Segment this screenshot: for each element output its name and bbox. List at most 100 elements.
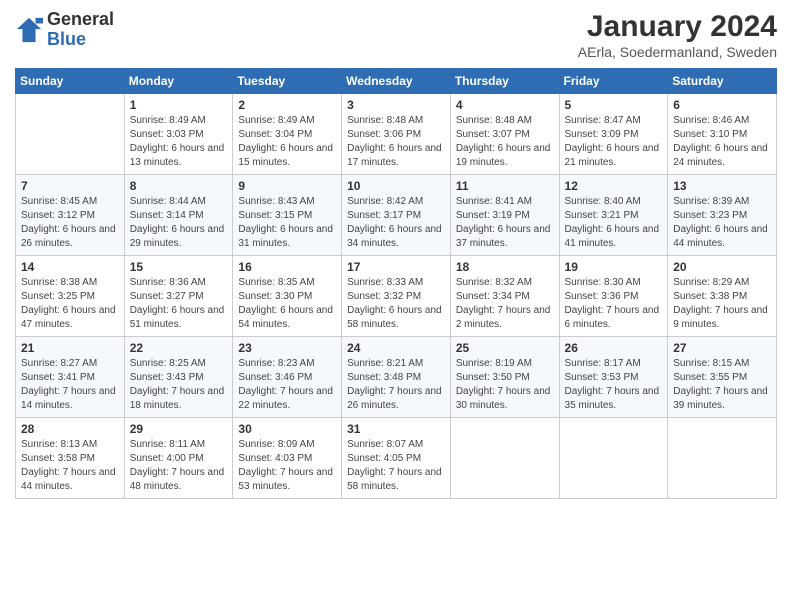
- logo-text: General Blue: [47, 10, 114, 50]
- header-monday: Monday: [124, 69, 233, 94]
- calendar-header: SundayMondayTuesdayWednesdayThursdayFrid…: [16, 69, 777, 94]
- day-number: 16: [238, 260, 336, 274]
- header-tuesday: Tuesday: [233, 69, 342, 94]
- day-info: Sunrise: 8:49 AM Sunset: 3:03 PM Dayligh…: [130, 114, 228, 170]
- header-thursday: Thursday: [450, 69, 559, 94]
- calendar-cell: 12 Sunrise: 8:40 AM Sunset: 3:21 PM Dayli…: [559, 175, 668, 256]
- day-info: Sunrise: 8:21 AM Sunset: 3:48 PM Dayligh…: [347, 357, 445, 413]
- calendar-cell: 7 Sunrise: 8:45 AM Sunset: 3:12 PM Daylig…: [16, 175, 125, 256]
- day-number: 2: [238, 98, 336, 112]
- day-info: Sunrise: 8:42 AM Sunset: 3:17 PM Dayligh…: [347, 195, 445, 251]
- calendar-table: SundayMondayTuesdayWednesdayThursdayFrid…: [15, 68, 777, 499]
- day-info: Sunrise: 8:40 AM Sunset: 3:21 PM Dayligh…: [565, 195, 663, 251]
- week-row-3: 14Sunrise: 8:38 AM Sunset: 3:25 PM Dayli…: [16, 256, 777, 337]
- day-info: Sunrise: 8:30 AM Sunset: 3:36 PM Dayligh…: [565, 276, 663, 332]
- calendar-cell: 29 Sunrise: 8:11 AM Sunset: 4:00 PM Dayli…: [124, 418, 233, 499]
- day-number: 23: [238, 341, 336, 355]
- header-row: SundayMondayTuesdayWednesdayThursdayFrid…: [16, 69, 777, 94]
- day-number: 12: [565, 179, 663, 193]
- day-info: Sunrise: 8:36 AM Sunset: 3:27 PM Dayligh…: [130, 276, 228, 332]
- calendar-cell: 1 Sunrise: 8:49 AM Sunset: 3:03 PM Daylig…: [124, 94, 233, 175]
- day-info: Sunrise: 8:09 AM Sunset: 4:03 PM Dayligh…: [238, 438, 336, 494]
- calendar-cell: 26Sunrise: 8:17 AM Sunset: 3:53 PM Dayli…: [559, 337, 668, 418]
- day-number: 11: [456, 179, 554, 193]
- day-number: 9: [238, 179, 336, 193]
- calendar-cell: 30 Sunrise: 8:09 AM Sunset: 4:03 PM Dayli…: [233, 418, 342, 499]
- logo-icon: [15, 16, 43, 44]
- calendar-cell: 31 Sunrise: 8:07 AM Sunset: 4:05 PM Dayli…: [342, 418, 451, 499]
- day-number: 6: [673, 98, 771, 112]
- calendar-cell: 11Sunrise: 8:41 AM Sunset: 3:19 PM Dayli…: [450, 175, 559, 256]
- calendar-cell: 21Sunrise: 8:27 AM Sunset: 3:41 PM Dayli…: [16, 337, 125, 418]
- day-info: Sunrise: 8:29 AM Sunset: 3:38 PM Dayligh…: [673, 276, 771, 332]
- logo: General Blue: [15, 10, 114, 50]
- day-number: 20: [673, 260, 771, 274]
- day-number: 19: [565, 260, 663, 274]
- calendar-cell: 27 Sunrise: 8:15 AM Sunset: 3:55 PM Dayli…: [668, 337, 777, 418]
- week-row-1: 1 Sunrise: 8:49 AM Sunset: 3:03 PM Daylig…: [16, 94, 777, 175]
- calendar-cell: [16, 94, 125, 175]
- calendar-cell: 19 Sunrise: 8:30 AM Sunset: 3:36 PM Dayli…: [559, 256, 668, 337]
- day-info: Sunrise: 8:43 AM Sunset: 3:15 PM Dayligh…: [238, 195, 336, 251]
- day-number: 13: [673, 179, 771, 193]
- calendar-cell: [559, 418, 668, 499]
- day-number: 26: [565, 341, 663, 355]
- day-info: Sunrise: 8:13 AM Sunset: 3:58 PM Dayligh…: [21, 438, 119, 494]
- day-number: 27: [673, 341, 771, 355]
- calendar-cell: 13 Sunrise: 8:39 AM Sunset: 3:23 PM Dayli…: [668, 175, 777, 256]
- day-number: 31: [347, 422, 445, 436]
- week-row-4: 21Sunrise: 8:27 AM Sunset: 3:41 PM Dayli…: [16, 337, 777, 418]
- day-info: Sunrise: 8:45 AM Sunset: 3:12 PM Dayligh…: [21, 195, 119, 251]
- calendar-cell: 22 Sunrise: 8:25 AM Sunset: 3:43 PM Dayli…: [124, 337, 233, 418]
- calendar-cell: 4 Sunrise: 8:48 AM Sunset: 3:07 PM Daylig…: [450, 94, 559, 175]
- calendar-cell: 16 Sunrise: 8:35 AM Sunset: 3:30 PM Dayli…: [233, 256, 342, 337]
- day-number: 5: [565, 98, 663, 112]
- calendar-cell: [668, 418, 777, 499]
- week-row-2: 7 Sunrise: 8:45 AM Sunset: 3:12 PM Daylig…: [16, 175, 777, 256]
- day-info: Sunrise: 8:39 AM Sunset: 3:23 PM Dayligh…: [673, 195, 771, 251]
- calendar-cell: 20 Sunrise: 8:29 AM Sunset: 3:38 PM Dayli…: [668, 256, 777, 337]
- day-info: Sunrise: 8:47 AM Sunset: 3:09 PM Dayligh…: [565, 114, 663, 170]
- calendar-cell: 18 Sunrise: 8:32 AM Sunset: 3:34 PM Dayli…: [450, 256, 559, 337]
- header-friday: Friday: [559, 69, 668, 94]
- calendar-cell: 2 Sunrise: 8:49 AM Sunset: 3:04 PM Daylig…: [233, 94, 342, 175]
- day-info: Sunrise: 8:38 AM Sunset: 3:25 PM Dayligh…: [21, 276, 119, 332]
- calendar-cell: 8 Sunrise: 8:44 AM Sunset: 3:14 PM Daylig…: [124, 175, 233, 256]
- day-info: Sunrise: 8:44 AM Sunset: 3:14 PM Dayligh…: [130, 195, 228, 251]
- day-info: Sunrise: 8:49 AM Sunset: 3:04 PM Dayligh…: [238, 114, 336, 170]
- header-saturday: Saturday: [668, 69, 777, 94]
- day-number: 4: [456, 98, 554, 112]
- day-info: Sunrise: 8:11 AM Sunset: 4:00 PM Dayligh…: [130, 438, 228, 494]
- day-number: 1: [130, 98, 228, 112]
- header-sunday: Sunday: [16, 69, 125, 94]
- day-number: 29: [130, 422, 228, 436]
- day-number: 7: [21, 179, 119, 193]
- day-info: Sunrise: 8:32 AM Sunset: 3:34 PM Dayligh…: [456, 276, 554, 332]
- calendar-cell: 10Sunrise: 8:42 AM Sunset: 3:17 PM Dayli…: [342, 175, 451, 256]
- day-info: Sunrise: 8:35 AM Sunset: 3:30 PM Dayligh…: [238, 276, 336, 332]
- day-info: Sunrise: 8:23 AM Sunset: 3:46 PM Dayligh…: [238, 357, 336, 413]
- calendar-cell: 28Sunrise: 8:13 AM Sunset: 3:58 PM Dayli…: [16, 418, 125, 499]
- title-block: January 2024 AErla, Soedermanland, Swede…: [578, 10, 777, 60]
- day-info: Sunrise: 8:07 AM Sunset: 4:05 PM Dayligh…: [347, 438, 445, 494]
- month-title: January 2024: [578, 10, 777, 44]
- day-number: 15: [130, 260, 228, 274]
- day-info: Sunrise: 8:46 AM Sunset: 3:10 PM Dayligh…: [673, 114, 771, 170]
- calendar-cell: [450, 418, 559, 499]
- day-number: 30: [238, 422, 336, 436]
- calendar-cell: 3Sunrise: 8:48 AM Sunset: 3:06 PM Daylig…: [342, 94, 451, 175]
- calendar-cell: 9 Sunrise: 8:43 AM Sunset: 3:15 PM Daylig…: [233, 175, 342, 256]
- calendar-cell: 6 Sunrise: 8:46 AM Sunset: 3:10 PM Daylig…: [668, 94, 777, 175]
- location-subtitle: AErla, Soedermanland, Sweden: [578, 44, 777, 60]
- day-info: Sunrise: 8:25 AM Sunset: 3:43 PM Dayligh…: [130, 357, 228, 413]
- day-number: 22: [130, 341, 228, 355]
- day-number: 17: [347, 260, 445, 274]
- day-info: Sunrise: 8:48 AM Sunset: 3:07 PM Dayligh…: [456, 114, 554, 170]
- day-number: 25: [456, 341, 554, 355]
- day-number: 18: [456, 260, 554, 274]
- day-info: Sunrise: 8:15 AM Sunset: 3:55 PM Dayligh…: [673, 357, 771, 413]
- day-number: 8: [130, 179, 228, 193]
- day-info: Sunrise: 8:27 AM Sunset: 3:41 PM Dayligh…: [21, 357, 119, 413]
- day-number: 24: [347, 341, 445, 355]
- week-row-5: 28Sunrise: 8:13 AM Sunset: 3:58 PM Dayli…: [16, 418, 777, 499]
